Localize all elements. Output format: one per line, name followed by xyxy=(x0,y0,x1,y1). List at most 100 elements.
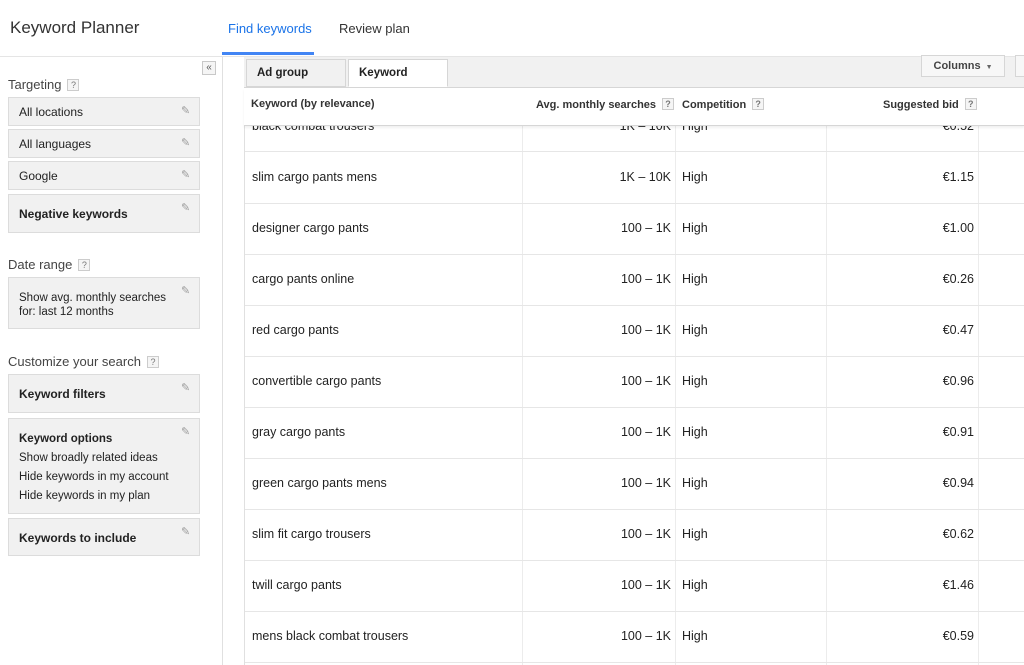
competition-cell: High xyxy=(682,578,708,592)
app-title: Keyword Planner xyxy=(10,18,140,37)
keyword-cell: slim cargo pants mens xyxy=(252,170,378,184)
header-suggested-bid[interactable]: Suggested bid? xyxy=(883,98,977,111)
results-panel: Ad group ideas Keyword ideas Columns ▼ Ke… xyxy=(244,55,1024,665)
pencil-icon[interactable]: ✎ xyxy=(181,527,191,538)
pencil-icon[interactable]: ✎ xyxy=(181,286,191,297)
bid-cell: €0.26 xyxy=(942,272,974,286)
keywords-to-include-box[interactable]: Keywords to include ✎ xyxy=(8,518,200,556)
header-keyword[interactable]: Keyword (by relevance) xyxy=(251,98,375,110)
targeting-title: Targeting? xyxy=(8,77,80,92)
avg-searches-cell: 100 – 1K xyxy=(620,578,671,592)
tab-ad-group-ideas[interactable]: Ad group ideas xyxy=(246,59,346,105)
customize-title-label: Customize your search xyxy=(8,354,141,369)
keyword-cell: black combat trousers xyxy=(252,125,375,133)
tab-find-keywords[interactable]: Find keywords xyxy=(226,21,314,36)
pencil-icon[interactable]: ✎ xyxy=(181,383,191,394)
sidebar: « Targeting? All locations ✎ All languag… xyxy=(0,57,223,665)
pencil-icon[interactable]: ✎ xyxy=(181,427,191,438)
competition-cell: High xyxy=(682,221,708,235)
keyword-cell: gray cargo pants xyxy=(252,425,346,439)
bid-cell: €0.62 xyxy=(942,527,974,541)
help-icon[interactable]: ? xyxy=(964,98,977,110)
keyword-option-line: Show broadly related ideas xyxy=(19,452,158,464)
keyword-cell: red cargo pants xyxy=(252,323,339,337)
bid-cell: €0.52 xyxy=(942,125,974,133)
results-tabstrip: Ad group ideas Keyword ideas Columns ▼ xyxy=(244,55,1024,105)
customize-title: Customize your search? xyxy=(8,354,159,369)
pencil-icon[interactable]: ✎ xyxy=(181,106,191,117)
table-row[interactable]: gray cargo pants 100 – 1K High €0.91 xyxy=(245,407,1024,459)
active-tab-underline xyxy=(222,52,314,55)
competition-cell: High xyxy=(682,527,708,541)
toolbar-button[interactable] xyxy=(1015,55,1024,77)
header-competition[interactable]: Competition? xyxy=(682,98,765,111)
help-icon[interactable]: ? xyxy=(752,98,765,110)
keyword-cell: slim fit cargo trousers xyxy=(252,527,371,541)
tab-review-plan[interactable]: Review plan xyxy=(337,21,412,36)
table-row[interactable]: black combat trousers 1K – 10K High €0.5… xyxy=(245,125,1024,152)
table-row[interactable]: cargo pants online 100 – 1K High €0.26 xyxy=(245,254,1024,306)
table-row[interactable]: red cargo pants 100 – 1K High €0.47 xyxy=(245,305,1024,357)
competition-cell: High xyxy=(682,374,708,388)
competition-cell: High xyxy=(682,272,708,286)
targeting-network[interactable]: Google ✎ xyxy=(8,161,200,190)
table-row[interactable]: mens black combat trousers 100 – 1K High… xyxy=(245,611,1024,663)
columns-button[interactable]: Columns ▼ xyxy=(921,55,1005,77)
help-icon[interactable]: ? xyxy=(67,79,80,91)
avg-searches-cell: 100 – 1K xyxy=(620,629,671,643)
pencil-icon[interactable]: ✎ xyxy=(181,138,191,149)
avg-searches-cell: 100 – 1K xyxy=(620,425,671,439)
bid-cell: €1.46 xyxy=(942,578,974,592)
avg-searches-cell: 100 – 1K xyxy=(620,272,671,286)
date-range-box[interactable]: Show avg. monthly searches for: last 12 … xyxy=(8,277,200,329)
keyword-cell: convertible cargo pants xyxy=(252,374,382,388)
keyword-filters-box[interactable]: Keyword filters ✎ xyxy=(8,374,200,413)
targeting-locations[interactable]: All locations ✎ xyxy=(8,97,200,126)
negative-keywords-label: Negative keywords xyxy=(19,207,128,221)
targeting-languages-label: All languages xyxy=(19,137,92,151)
table-row[interactable]: convertible cargo pants 100 – 1K High €0… xyxy=(245,356,1024,408)
targeting-title-label: Targeting xyxy=(8,77,62,92)
targeting-network-label: Google xyxy=(19,169,58,183)
tab-keyword-ideas[interactable]: Keyword ideas xyxy=(348,59,448,105)
avg-searches-cell: 100 – 1K xyxy=(620,323,671,337)
table-row[interactable]: twill cargo pants 100 – 1K High €1.46 xyxy=(245,560,1024,612)
table-row[interactable]: green cargo pants mens 100 – 1K High €0.… xyxy=(245,458,1024,510)
targeting-locations-label: All locations xyxy=(19,105,84,119)
keywords-to-include-label: Keywords to include xyxy=(19,531,137,545)
keyword-options-box[interactable]: Keyword options Show broadly related ide… xyxy=(8,418,200,514)
date-range-title-label: Date range xyxy=(8,257,73,272)
keyword-filters-label: Keyword filters xyxy=(19,387,106,401)
keyword-cell: mens black combat trousers xyxy=(252,629,409,643)
avg-searches-cell: 100 – 1K xyxy=(620,374,671,388)
keyword-table-body: black combat trousers 1K – 10K High €0.5… xyxy=(244,125,1024,665)
date-range-line-1: Show avg. monthly searches xyxy=(19,292,167,304)
header-avg-searches[interactable]: Avg. monthly searches? xyxy=(536,98,675,111)
bid-cell: €0.47 xyxy=(942,323,974,337)
bid-cell: €1.00 xyxy=(942,221,974,235)
help-icon[interactable]: ? xyxy=(146,356,159,368)
pencil-icon[interactable]: ✎ xyxy=(181,170,191,181)
bid-cell: €0.59 xyxy=(942,629,974,643)
targeting-languages[interactable]: All languages ✎ xyxy=(8,129,200,158)
keyword-cell: green cargo pants mens xyxy=(252,476,387,490)
top-bar: Keyword Planner Find keywords Review pla… xyxy=(0,0,1024,57)
bid-cell: €1.15 xyxy=(942,170,974,184)
help-icon[interactable]: ? xyxy=(78,259,91,271)
help-icon[interactable]: ? xyxy=(662,98,675,110)
competition-cell: High xyxy=(682,170,708,184)
table-row[interactable]: slim fit cargo trousers 100 – 1K High €0… xyxy=(245,509,1024,561)
keyword-option-line: Hide keywords in my account xyxy=(19,471,169,483)
date-range-title: Date range? xyxy=(8,257,91,272)
avg-searches-cell: 100 – 1K xyxy=(620,476,671,490)
targeting-negative-keywords[interactable]: Negative keywords ✎ xyxy=(8,194,200,233)
pencil-icon[interactable]: ✎ xyxy=(181,203,191,214)
table-row[interactable]: designer cargo pants 100 – 1K High €1.00 xyxy=(245,203,1024,255)
bid-cell: €0.91 xyxy=(942,425,974,439)
avg-searches-cell: 1K – 10K xyxy=(619,125,671,133)
table-row[interactable]: slim cargo pants mens 1K – 10K High €1.1… xyxy=(245,152,1024,204)
keyword-option-line: Hide keywords in my plan xyxy=(19,490,151,502)
table-header: Keyword (by relevance) Avg. monthly sear… xyxy=(244,88,1024,126)
collapse-sidebar-button[interactable]: « xyxy=(202,61,216,75)
keyword-cell: cargo pants online xyxy=(252,272,355,286)
